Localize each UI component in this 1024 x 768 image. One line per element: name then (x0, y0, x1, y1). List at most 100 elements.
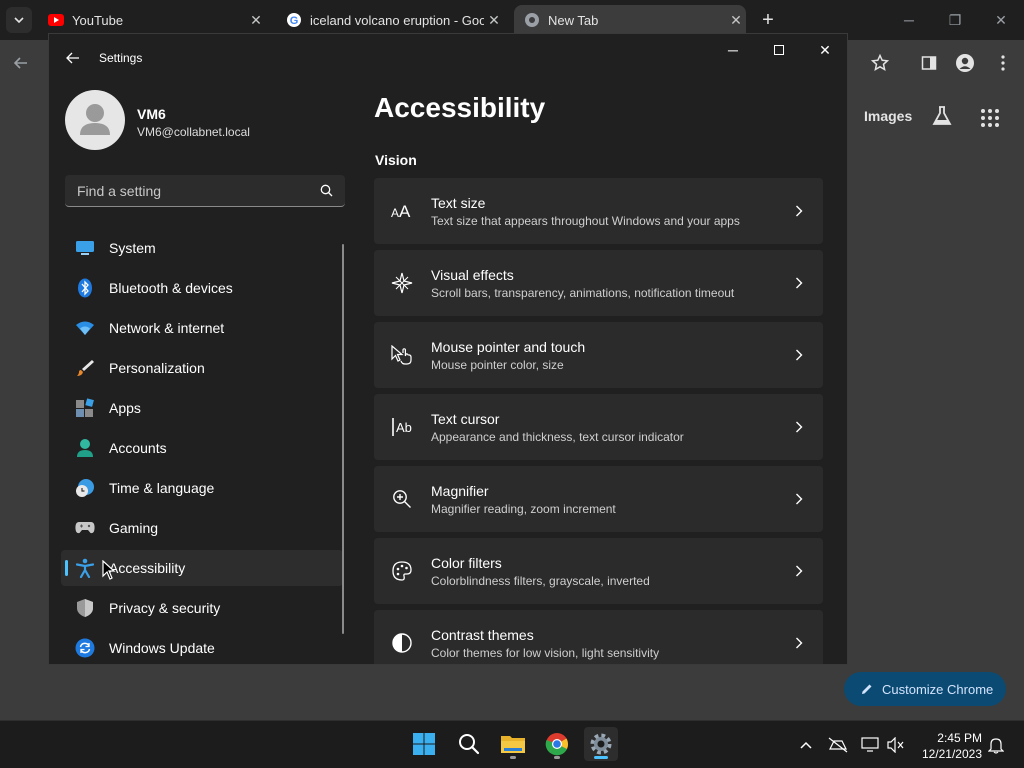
sparkle-icon (390, 271, 414, 295)
chevron-right-icon (789, 637, 809, 649)
tray-volume[interactable] (886, 735, 906, 755)
nav-item-apps[interactable]: Apps (61, 390, 343, 426)
card-mouse-pointer[interactable]: Mouse pointer and touch Mouse pointer co… (374, 322, 823, 388)
settings-back-button[interactable] (63, 48, 83, 68)
tab-google-search[interactable]: G iceland volcano eruption - Goo ✕ (276, 5, 504, 35)
gamepad-icon (75, 518, 95, 538)
taskbar-chrome[interactable] (540, 727, 574, 761)
more-vertical-icon (1001, 55, 1005, 71)
person-icon (75, 438, 95, 458)
card-text-cursor[interactable]: Ab Text cursor Appearance and thickness,… (374, 394, 823, 460)
show-hidden-icons-button[interactable] (796, 735, 816, 755)
labs-button[interactable] (930, 104, 954, 128)
card-description: Color themes for low vision, light sensi… (431, 645, 660, 660)
contrast-icon (390, 631, 414, 655)
tray-display[interactable] (860, 735, 880, 755)
card-title: Visual effects (431, 266, 514, 283)
google-apps-button[interactable] (978, 106, 1002, 130)
start-button[interactable] (407, 727, 441, 761)
images-link[interactable]: Images (864, 108, 912, 124)
nav-item-personalization[interactable]: Personalization (61, 350, 343, 386)
settings-cards: AA Text size Text size that appears thro… (374, 178, 823, 664)
running-indicator (510, 756, 516, 759)
browser-menu-button[interactable] (990, 50, 1016, 76)
nav-item-privacy[interactable]: Privacy & security (61, 590, 343, 626)
star-icon (871, 54, 889, 72)
svg-text:Ab: Ab (396, 420, 412, 435)
settings-minimize-button[interactable]: ─ (710, 34, 756, 66)
card-visual-effects[interactable]: Visual effects Scroll bars, transparency… (374, 250, 823, 316)
settings-window: Settings ─ ✕ VM6 VM6@collabnet.local Fin… (48, 33, 848, 665)
flask-icon (932, 106, 952, 125)
card-magnifier[interactable]: Magnifier Magnifier reading, zoom increm… (374, 466, 823, 532)
nav-label: Bluetooth & devices (109, 280, 233, 296)
minimize-icon: ─ (728, 42, 738, 58)
nav-item-windows-update[interactable]: Windows Update (61, 630, 343, 664)
browser-restore-button[interactable]: ❐ (932, 0, 978, 40)
nav-label: Privacy & security (109, 600, 221, 616)
nav-item-bluetooth[interactable]: Bluetooth & devices (61, 270, 343, 306)
youtube-icon (48, 12, 64, 28)
nav-item-network[interactable]: Network & internet (61, 310, 343, 346)
page-title: Accessibility (374, 92, 546, 123)
svg-text:A: A (399, 203, 411, 219)
search-placeholder: Find a setting (77, 182, 162, 199)
settings-title: Settings (99, 51, 143, 65)
settings-close-button[interactable]: ✕ (802, 34, 847, 66)
user-name: VM6 (137, 106, 166, 122)
nav-item-system[interactable]: System (61, 230, 343, 266)
new-tab-button[interactable]: + (756, 8, 780, 32)
chevron-right-icon (789, 493, 809, 505)
card-text-size[interactable]: AA Text size Text size that appears thro… (374, 178, 823, 244)
tab-search-button[interactable] (6, 7, 32, 33)
nav-item-time-language[interactable]: Time & language (61, 470, 343, 506)
customize-chrome-button[interactable]: Customize Chrome (844, 672, 1006, 706)
avatar[interactable] (65, 90, 125, 150)
browser-minimize-button[interactable]: ─ (886, 0, 932, 40)
refresh-icon (75, 638, 95, 658)
notifications-button[interactable] (986, 735, 1006, 755)
tray-network-status[interactable] (828, 735, 848, 755)
close-tab-icon[interactable]: ✕ (726, 12, 746, 29)
browser-close-button[interactable]: ✕ (978, 0, 1024, 40)
system-clock[interactable]: 2:45 PM 12/21/2023 (910, 730, 982, 762)
profile-button[interactable] (952, 50, 978, 76)
close-icon: ✕ (995, 11, 1007, 28)
card-description: Text size that appears throughout Window… (431, 213, 740, 228)
card-contrast-themes[interactable]: Contrast themes Color themes for low vis… (374, 610, 823, 664)
magnifier-icon (390, 487, 414, 511)
browser-back-button[interactable] (8, 50, 34, 76)
gear-icon (590, 733, 612, 755)
taskbar-search-button[interactable] (452, 727, 486, 761)
taskbar: 2:45 PM 12/21/2023 (0, 720, 1024, 768)
settings-maximize-button[interactable] (756, 34, 802, 66)
nav-item-gaming[interactable]: Gaming (61, 510, 343, 546)
close-tab-icon[interactable]: ✕ (484, 12, 504, 29)
tab-new-tab[interactable]: New Tab ✕ (514, 5, 746, 35)
side-panel-button[interactable] (916, 50, 942, 76)
brush-icon (75, 358, 95, 378)
card-title: Text size (431, 194, 486, 211)
nav-label: System (109, 240, 156, 256)
taskbar-file-explorer[interactable] (496, 727, 530, 761)
pointer-touch-icon (390, 343, 414, 367)
card-description: Appearance and thickness, text cursor in… (431, 429, 684, 444)
nav-scrollbar[interactable] (342, 244, 344, 634)
tab-title: iceland volcano eruption - Goo (310, 12, 484, 28)
close-tab-icon[interactable]: ✕ (246, 12, 266, 29)
nav-item-accounts[interactable]: Accounts (61, 430, 343, 466)
nav-label: Personalization (109, 360, 205, 376)
arrow-left-icon (13, 57, 27, 69)
card-color-filters[interactable]: Color filters Colorblindness filters, gr… (374, 538, 823, 604)
taskbar-settings[interactable] (584, 727, 618, 761)
tab-youtube[interactable]: YouTube ✕ (38, 5, 266, 35)
monitor-icon (861, 737, 879, 752)
card-title: Magnifier (431, 482, 489, 499)
card-description: Colorblindness filters, grayscale, inver… (431, 573, 650, 588)
bookmark-button[interactable] (867, 50, 893, 76)
bell-icon (988, 738, 1004, 754)
chevron-right-icon (789, 565, 809, 577)
settings-search-input[interactable]: Find a setting (65, 175, 345, 207)
nav-label: Accounts (109, 440, 167, 456)
close-icon: ✕ (819, 41, 831, 58)
